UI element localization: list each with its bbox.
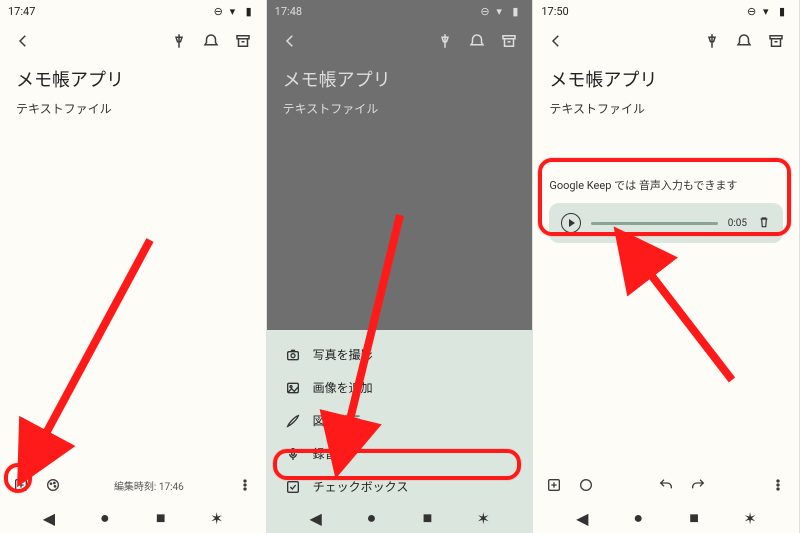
pin-icon[interactable] xyxy=(432,28,458,54)
palette-icon[interactable] xyxy=(42,474,64,496)
note-body[interactable]: テキストファイル xyxy=(16,100,250,117)
audio-duration: 0:05 xyxy=(728,218,747,229)
note-body: テキストファイル xyxy=(283,100,517,117)
note-title[interactable]: メモ帳アプリ xyxy=(549,66,783,92)
add-bottom-sheet: 写真を撮影 画像を追加 図形描画 録音 チェックボックス xyxy=(267,330,533,503)
note-content[interactable]: メモ帳アプリ テキストファイル xyxy=(0,60,266,467)
pin-icon[interactable] xyxy=(699,28,725,54)
note-toolbar xyxy=(267,22,533,60)
checkbox-icon xyxy=(285,479,301,495)
sheet-label: チェックボックス xyxy=(313,478,409,495)
dnd-icon: ⊖ xyxy=(747,5,759,17)
phone-screenshot-2: 17:48 ⊖ ▾ ▮ メモ帳アプリ テキストファイル 写真を撮影 画像を追加 … xyxy=(267,0,534,533)
delete-audio-icon[interactable] xyxy=(757,214,771,233)
back-icon[interactable] xyxy=(10,28,36,54)
sheet-label: 録音 xyxy=(313,445,337,462)
nav-home-icon[interactable]: ● xyxy=(631,511,645,525)
status-time: 17:50 xyxy=(541,5,568,18)
audio-transcript: Google Keep では 音声入力もできます xyxy=(549,177,783,193)
image-icon xyxy=(285,380,301,396)
palette-icon[interactable] xyxy=(575,474,597,496)
audio-attachment: Google Keep では 音声入力もできます 0:05 xyxy=(549,177,783,243)
reminder-icon[interactable] xyxy=(198,28,224,54)
nav-back-icon[interactable]: ◀ xyxy=(42,511,56,525)
add-icon[interactable] xyxy=(10,474,32,496)
sheet-item-image[interactable]: 画像を追加 xyxy=(267,371,533,404)
status-icons: ⊖ ▾ ▮ xyxy=(480,5,524,17)
nav-accessibility-icon[interactable]: ✶ xyxy=(210,511,224,525)
nav-home-icon[interactable]: ● xyxy=(98,511,112,525)
sheet-label: 画像を追加 xyxy=(313,379,373,396)
dnd-icon: ⊖ xyxy=(214,5,226,17)
wifi-icon: ▾ xyxy=(230,5,242,17)
nav-back-icon[interactable]: ◀ xyxy=(309,511,323,525)
sheet-item-checkbox[interactable]: チェックボックス xyxy=(267,470,533,503)
note-toolbar xyxy=(533,22,799,60)
back-icon[interactable] xyxy=(277,28,303,54)
sheet-label: 図形描画 xyxy=(313,412,361,429)
mic-icon xyxy=(285,446,301,462)
status-time: 17:48 xyxy=(275,5,302,18)
audio-player: 0:05 xyxy=(549,203,783,243)
note-content: メモ帳アプリ テキストファイル xyxy=(267,60,533,330)
status-bar: 17:47 ⊖ ▾ ▮ xyxy=(0,0,266,22)
battery-icon: ▮ xyxy=(246,5,258,17)
phone-screenshot-1: 17:47 ⊖ ▾ ▮ メモ帳アプリ テキストファイル 編集時刻: 17:46 … xyxy=(0,0,267,533)
nav-accessibility-icon[interactable]: ✶ xyxy=(476,511,490,525)
audio-track[interactable] xyxy=(591,222,717,225)
status-bar: 17:48 ⊖ ▾ ▮ xyxy=(267,0,533,22)
note-content[interactable]: メモ帳アプリ テキストファイル Google Keep では 音声入力もできます… xyxy=(533,60,799,467)
nav-bar: ◀ ● ■ ✶ xyxy=(267,503,533,533)
status-icons: ⊖ ▾ ▮ xyxy=(747,5,791,17)
sheet-item-recording[interactable]: 録音 xyxy=(267,437,533,470)
bottom-toolbar: 編集時刻: 17:46 xyxy=(0,467,266,503)
nav-recent-icon[interactable]: ■ xyxy=(420,511,434,525)
status-icons: ⊖ ▾ ▮ xyxy=(214,5,258,17)
back-icon[interactable] xyxy=(543,28,569,54)
sheet-item-drawing[interactable]: 図形描画 xyxy=(267,404,533,437)
add-icon[interactable] xyxy=(543,474,565,496)
bottom-toolbar xyxy=(533,467,799,503)
battery-icon: ▮ xyxy=(512,5,524,17)
more-icon[interactable] xyxy=(234,474,256,496)
camera-icon xyxy=(285,347,301,363)
note-toolbar xyxy=(0,22,266,60)
status-bar: 17:50 ⊖ ▾ ▮ xyxy=(533,0,799,22)
sheet-item-photo[interactable]: 写真を撮影 xyxy=(267,338,533,371)
nav-accessibility-icon[interactable]: ✶ xyxy=(743,511,757,525)
redo-icon[interactable] xyxy=(687,474,709,496)
note-title[interactable]: メモ帳アプリ xyxy=(16,66,250,92)
nav-recent-icon[interactable]: ■ xyxy=(154,511,168,525)
battery-icon: ▮ xyxy=(779,5,791,17)
archive-icon[interactable] xyxy=(230,28,256,54)
sheet-label: 写真を撮影 xyxy=(313,346,373,363)
status-time: 17:47 xyxy=(8,5,35,18)
nav-home-icon[interactable]: ● xyxy=(365,511,379,525)
nav-bar: ◀ ● ■ ✶ xyxy=(533,503,799,533)
more-icon[interactable] xyxy=(767,474,789,496)
phone-screenshot-3: 17:50 ⊖ ▾ ▮ メモ帳アプリ テキストファイル Google Keep … xyxy=(533,0,800,533)
dnd-icon: ⊖ xyxy=(480,5,492,17)
pin-icon[interactable] xyxy=(166,28,192,54)
archive-icon[interactable] xyxy=(763,28,789,54)
nav-bar: ◀ ● ■ ✶ xyxy=(0,503,266,533)
brush-icon xyxy=(285,413,301,429)
wifi-icon: ▾ xyxy=(496,5,508,17)
note-title: メモ帳アプリ xyxy=(283,66,517,92)
undo-icon[interactable] xyxy=(655,474,677,496)
edited-time: 編集時刻: 17:46 xyxy=(114,478,184,493)
note-body[interactable]: テキストファイル xyxy=(549,100,783,117)
nav-back-icon[interactable]: ◀ xyxy=(575,511,589,525)
reminder-icon[interactable] xyxy=(731,28,757,54)
nav-recent-icon[interactable]: ■ xyxy=(687,511,701,525)
archive-icon[interactable] xyxy=(496,28,522,54)
play-icon[interactable] xyxy=(561,213,581,233)
reminder-icon[interactable] xyxy=(464,28,490,54)
wifi-icon: ▾ xyxy=(763,5,775,17)
